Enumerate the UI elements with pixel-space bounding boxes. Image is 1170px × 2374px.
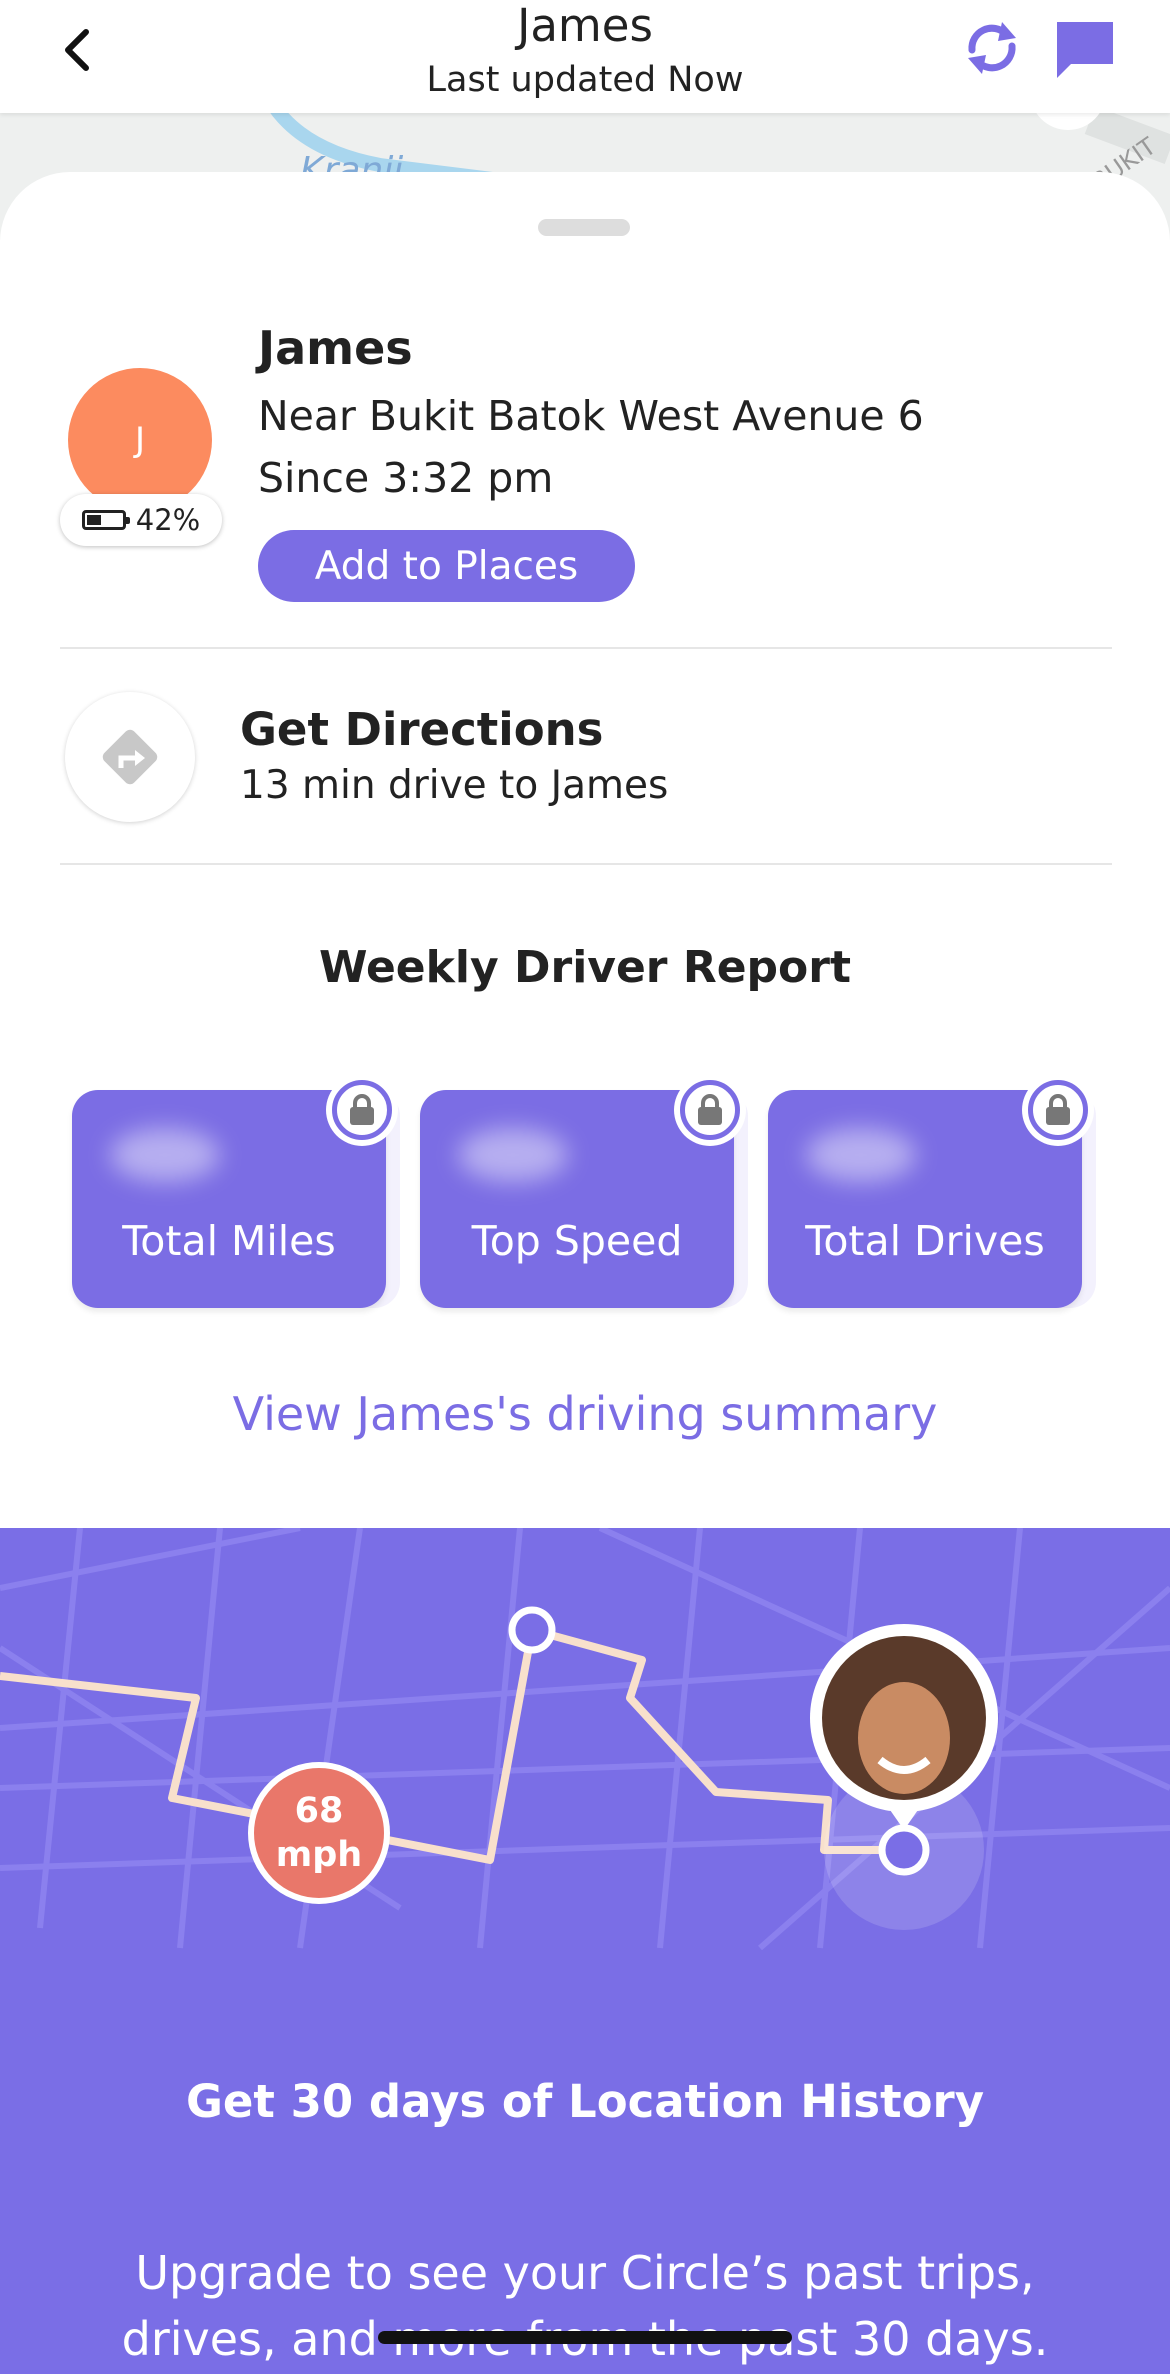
sheet-drag-handle[interactable] <box>538 219 630 236</box>
promo-title: Get 30 days of Location History <box>185 2075 985 2128</box>
refresh-icon <box>968 22 1016 74</box>
directions-button[interactable] <box>65 692 195 822</box>
stat-label: Top Speed <box>471 1217 683 1265</box>
promo-description: Upgrade to see your Circle’s past trips,… <box>121 2246 1049 2366</box>
speed-unit: mph <box>275 1835 363 1875</box>
battery-icon <box>81 510 130 530</box>
driving-summary-link[interactable]: View James's driving summary <box>0 1384 1170 1444</box>
chat-button[interactable] <box>1053 18 1117 82</box>
member-name: James <box>258 321 413 375</box>
avatar[interactable]: J <box>68 368 212 512</box>
stat-label: Total Drives <box>805 1217 1045 1265</box>
lock-icon <box>1022 1074 1094 1146</box>
divider <box>60 863 1112 865</box>
speed-value: 68 <box>294 1791 344 1831</box>
weekly-report-title: Weekly Driver Report <box>318 942 852 993</box>
refresh-button[interactable] <box>958 14 1026 82</box>
battery-level: 42% <box>135 503 201 537</box>
driver-report-cards: Total Miles Top Speed Total Drives <box>72 1074 1112 1330</box>
home-indicator[interactable] <box>378 2331 792 2344</box>
stat-label: Total Miles <box>122 1217 336 1265</box>
lock-icon <box>674 1074 746 1146</box>
divider <box>60 647 1112 649</box>
add-to-places-button[interactable]: Add to Places <box>258 530 635 602</box>
member-location: Near Bukit Batok West Avenue 6 <box>258 392 924 440</box>
member-since: Since 3:32 pm <box>258 454 554 502</box>
directions-title[interactable]: Get Directions <box>240 700 603 760</box>
directions-sign-icon <box>102 729 158 785</box>
chat-bubble-icon <box>1057 22 1113 78</box>
lock-icon <box>326 1074 398 1146</box>
battery-badge: 42% <box>60 494 222 546</box>
avatar-initial: J <box>134 420 146 460</box>
directions-subtitle: 13 min drive to James <box>240 763 669 808</box>
speed-badge: 68 mph <box>248 1762 390 1904</box>
